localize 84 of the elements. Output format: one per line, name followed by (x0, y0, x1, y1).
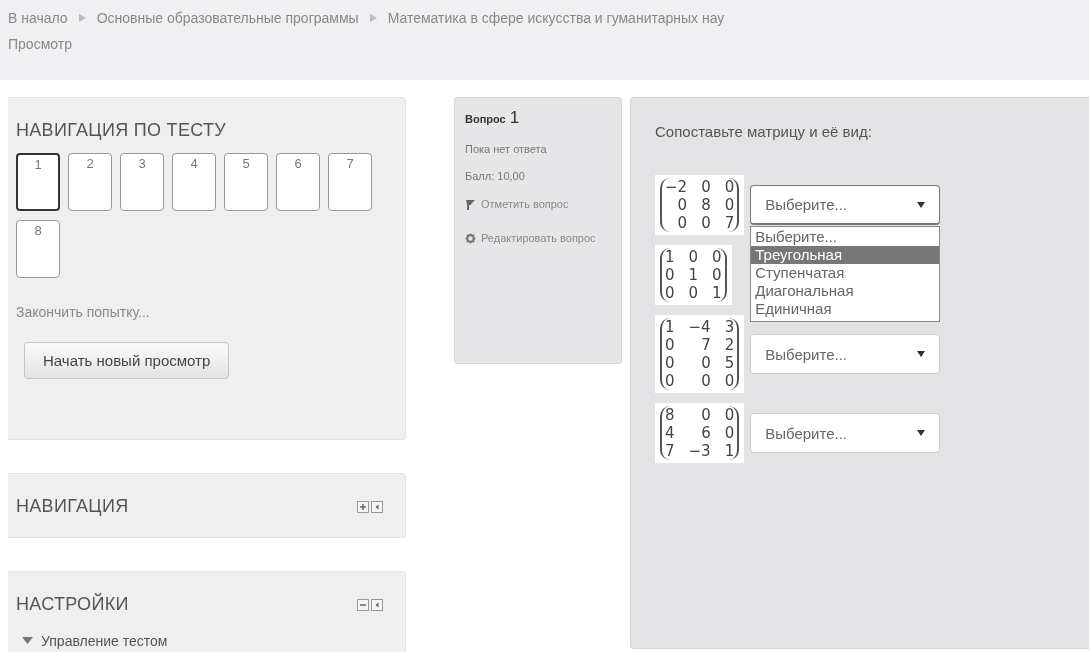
matrix-entry: 2 (724, 336, 735, 354)
matrix-entry: 7 (724, 214, 735, 232)
question-number-button[interactable]: 1 (16, 153, 60, 211)
matrix-entry: 0 (712, 266, 722, 284)
matrix-entry: −2 (665, 178, 688, 196)
gear-icon[interactable] (465, 233, 476, 244)
matrix-entry: 0 (700, 372, 711, 390)
finish-attempt-link[interactable]: Закончить попытку... (16, 304, 150, 320)
matrix-entry: 1 (712, 284, 722, 302)
matrix-entry: 1 (724, 442, 735, 460)
dropdown[interactable]: Выберите... (750, 185, 941, 225)
matrix-entry: 1 (665, 318, 675, 336)
matrix-entry: 0 (724, 424, 735, 442)
block-title: НАВИГАЦИЯ (16, 496, 129, 517)
dropdown-option[interactable]: Единичная (751, 300, 940, 318)
answer-state: Пока нет ответа (465, 143, 547, 155)
matrix-entry: 0 (724, 196, 735, 214)
matrix-entry: 1 (665, 248, 675, 266)
edit-question-link[interactable]: Редактировать вопрос (481, 226, 606, 250)
dropdown-option[interactable]: Ступенчатая (751, 264, 940, 282)
question-text: Сопоставьте матрицу и её вид: (655, 123, 872, 140)
toggle-icon[interactable] (357, 598, 369, 611)
matrix-entry: 6 (700, 424, 711, 442)
matrix-entry: 0 (724, 406, 735, 424)
question-grade: Балл: 10,00 (465, 170, 525, 182)
dropdown-option[interactable]: Треугольная (751, 246, 940, 264)
matrix-entry: 0 (665, 284, 675, 302)
toggle-icon[interactable] (357, 500, 369, 513)
matrix-entry: 0 (665, 354, 675, 372)
matrix-entry: 7 (665, 442, 675, 460)
block-title: НАВИГАЦИЯ ПО ТЕСТУ (16, 120, 226, 141)
matrix-entry: 8 (701, 196, 711, 214)
new-preview-button[interactable]: Начать новый просмотр (24, 342, 230, 379)
dropdown-option[interactable]: Диагональная (751, 282, 940, 300)
matrix-entry: 0 (665, 372, 675, 390)
matrix-entry: 8 (665, 406, 675, 424)
dock-icon[interactable] (371, 598, 383, 611)
breadcrumb-current: Просмотр (8, 36, 72, 52)
matrix-entry: 0 (665, 336, 675, 354)
matrix-entry: 7 (700, 336, 711, 354)
matrix-entry: 0 (688, 284, 699, 302)
breadcrumb-link[interactable]: В начало (8, 10, 68, 26)
matrix-entry: −4 (688, 318, 711, 336)
separator-icon (368, 13, 378, 23)
question-number-button[interactable]: 5 (224, 153, 268, 211)
matrix-entry: 4 (665, 424, 675, 442)
matrix-entry: 5 (724, 354, 735, 372)
matrix-entry: 0 (712, 248, 722, 266)
question-number-button[interactable]: 4 (172, 153, 216, 211)
question-number-button[interactable]: 3 (120, 153, 164, 211)
tree-item[interactable]: Управление тестом (41, 633, 168, 649)
matrix-entry: 0 (688, 248, 699, 266)
breadcrumb-link[interactable]: Основные образовательные программы (96, 10, 359, 26)
matrix-entry: 0 (700, 354, 711, 372)
dropdown[interactable]: Выберите... (750, 334, 941, 374)
block-title: НАСТРОЙКИ (16, 594, 129, 615)
matrix-entry: 0 (676, 214, 688, 232)
dock-icon[interactable] (371, 500, 383, 513)
matrix-entry: 1 (688, 266, 699, 284)
caret-icon (917, 201, 926, 208)
matrix-entry: 0 (701, 178, 711, 196)
question-number-button[interactable]: 8 (16, 220, 60, 278)
dropdown-option[interactable]: Выберите... (751, 228, 940, 246)
matrix-entry: 0 (665, 266, 675, 284)
caret-icon (917, 430, 926, 436)
question-number: 1 (509, 108, 520, 128)
matrix-entry: 0 (724, 178, 735, 196)
caret-icon (917, 351, 926, 357)
matrix-entry: 0 (700, 406, 711, 424)
question-number-button[interactable]: 6 (276, 153, 320, 211)
matrix-entry: 3 (724, 318, 735, 336)
separator-icon (77, 13, 87, 23)
dropdown[interactable]: Выберите... (750, 413, 941, 453)
flag-icon[interactable] (465, 199, 476, 211)
question-number-button[interactable]: 7 (328, 153, 372, 211)
caret-icon[interactable] (22, 637, 33, 645)
question-label: Вопрос (465, 113, 506, 125)
matrix-entry: −3 (688, 442, 711, 460)
breadcrumb-link[interactable]: Математика в сфере искусства и гуманитарных нау (387, 10, 725, 26)
flag-question-link[interactable]: Отметить вопрос (481, 192, 606, 216)
question-number-button[interactable]: 2 (68, 153, 112, 211)
matrix-entry: 0 (676, 196, 688, 214)
matrix-entry: 0 (701, 214, 711, 232)
matrix-entry: 0 (724, 372, 735, 390)
